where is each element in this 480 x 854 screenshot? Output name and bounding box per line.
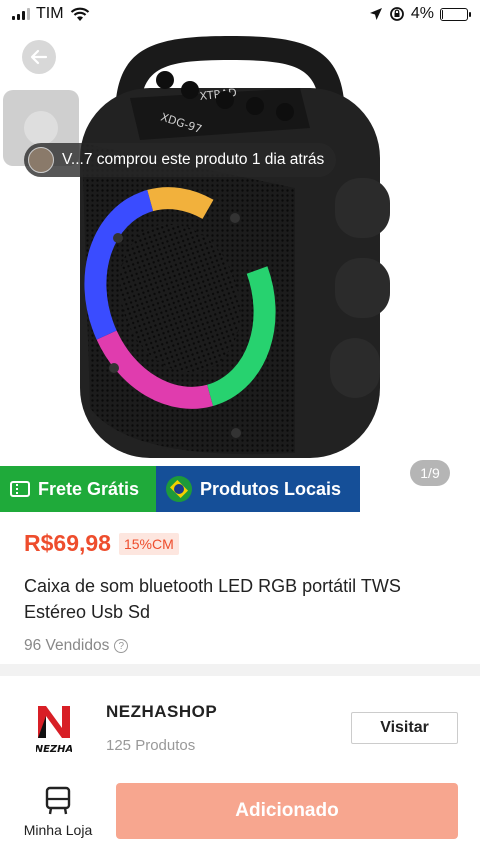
carrier-label: TIM: [36, 5, 64, 22]
shop-section: N NEZHA NEZHASHOP 125 Produtos Visitar: [0, 676, 480, 776]
battery-percent: 4%: [410, 5, 434, 22]
battery-fill: [442, 9, 443, 19]
shop-name[interactable]: NEZHASHOP: [106, 702, 217, 722]
section-divider: [0, 664, 480, 676]
location-arrow-icon: [369, 8, 382, 20]
local-products-label: Produtos Locais: [200, 478, 342, 499]
recent-purchase-text: V...7 comprou este produto 1 dia atrás: [62, 151, 325, 168]
local-products-badge: Produtos Locais: [156, 466, 360, 512]
shop-logo-text: NEZHA: [36, 744, 72, 754]
sold-count-row: 96 Vendidos ?: [24, 637, 456, 655]
product-image-gallery[interactable]: XTRAD XDG-97 V...7 comprou este produto …: [0, 28, 480, 498]
product-badges: Frete Grátis Produtos Locais: [0, 466, 360, 512]
visit-shop-button[interactable]: Visitar: [351, 712, 458, 744]
my-store-label: Minha Loja: [23, 822, 93, 838]
added-to-cart-button[interactable]: Adicionado: [116, 783, 458, 839]
price-row: R$69,98 15%CM: [24, 530, 456, 557]
help-icon[interactable]: ?: [114, 639, 129, 653]
my-store-button[interactable]: Minha Loja: [18, 786, 98, 838]
status-left: TIM: [12, 5, 90, 23]
bottom-action-bar: Minha Loja Adicionado: [0, 776, 480, 854]
sold-count: 96 Vendidos: [24, 637, 110, 654]
buyer-avatar: [28, 147, 54, 173]
product-title: Caixa de som bluetooth LED RGB portátil …: [24, 576, 401, 622]
cell-signal-icon: [12, 8, 30, 20]
shop-product-count: 125 Produtos: [106, 737, 196, 754]
battery-icon: [440, 7, 471, 21]
product-info: R$69,98 15%CM Caixa de som bluetooth LED…: [0, 512, 480, 664]
status-bar: TIM 4%: [0, 0, 480, 28]
free-shipping-badge: Frete Grátis: [0, 466, 156, 512]
status-right: 4%: [369, 5, 471, 23]
orientation-lock-icon: [389, 7, 404, 21]
brazil-flag-icon: [166, 476, 192, 502]
back-button[interactable]: [22, 40, 56, 74]
arrow-left-icon: [30, 49, 48, 65]
free-shipping-label: Frete Grátis: [38, 478, 140, 499]
store-icon: [45, 786, 71, 815]
thumbnail-placeholder-icon: [24, 111, 58, 145]
wifi-icon: [70, 7, 89, 21]
ticket-icon: [10, 481, 30, 497]
product-price: R$69,98: [24, 530, 111, 556]
image-page-indicator: 1/9: [410, 460, 450, 486]
discount-tag: 15%CM: [118, 532, 179, 555]
product-image-speaker: XTRAD XDG-97: [80, 36, 390, 458]
shop-logo[interactable]: N NEZHA: [36, 702, 72, 754]
recent-purchase-toast: V...7 comprou este produto 1 dia atrás: [24, 143, 337, 177]
